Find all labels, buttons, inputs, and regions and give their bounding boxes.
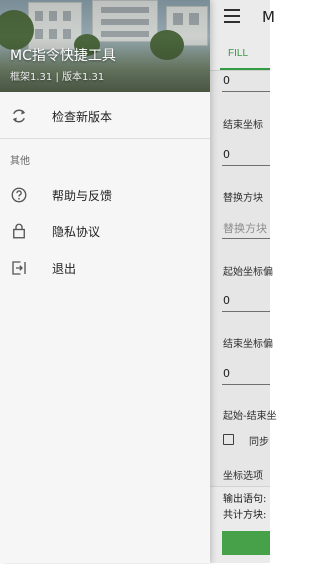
drawer-version-text: 框架1.31 | 版本1.31 <box>10 72 105 83</box>
menu-item-privacy[interactable]: 隐私协议 <box>0 214 210 248</box>
drawer-app-title: MC指令快捷工具 <box>10 48 116 64</box>
check-update-label: 检查新版本 <box>52 110 113 124</box>
exit-label: 退出 <box>52 262 77 276</box>
menu-item-exit[interactable]: 退出 <box>0 251 210 285</box>
exit-icon <box>12 261 26 275</box>
menu-item-check-update[interactable]: 检查新版本 <box>0 99 210 133</box>
menu-item-help-feedback[interactable]: 帮助与反馈 <box>0 178 210 212</box>
drawer-header: MC指令快捷工具 框架1.31 | 版本1.31 <box>0 0 210 92</box>
lock-icon <box>13 223 25 239</box>
help-feedback-label: 帮助与反馈 <box>52 189 113 203</box>
refresh-icon <box>13 109 25 123</box>
menu-divider <box>0 138 210 139</box>
navigation-drawer: MC指令快捷工具 框架1.31 | 版本1.31 检查新版本 其他 帮助与反馈 … <box>0 0 210 563</box>
drawer-scrim[interactable] <box>210 0 270 563</box>
section-other-label: 其他 <box>10 156 30 167</box>
privacy-label: 隐私协议 <box>52 225 101 239</box>
help-circle-icon <box>11 187 27 203</box>
